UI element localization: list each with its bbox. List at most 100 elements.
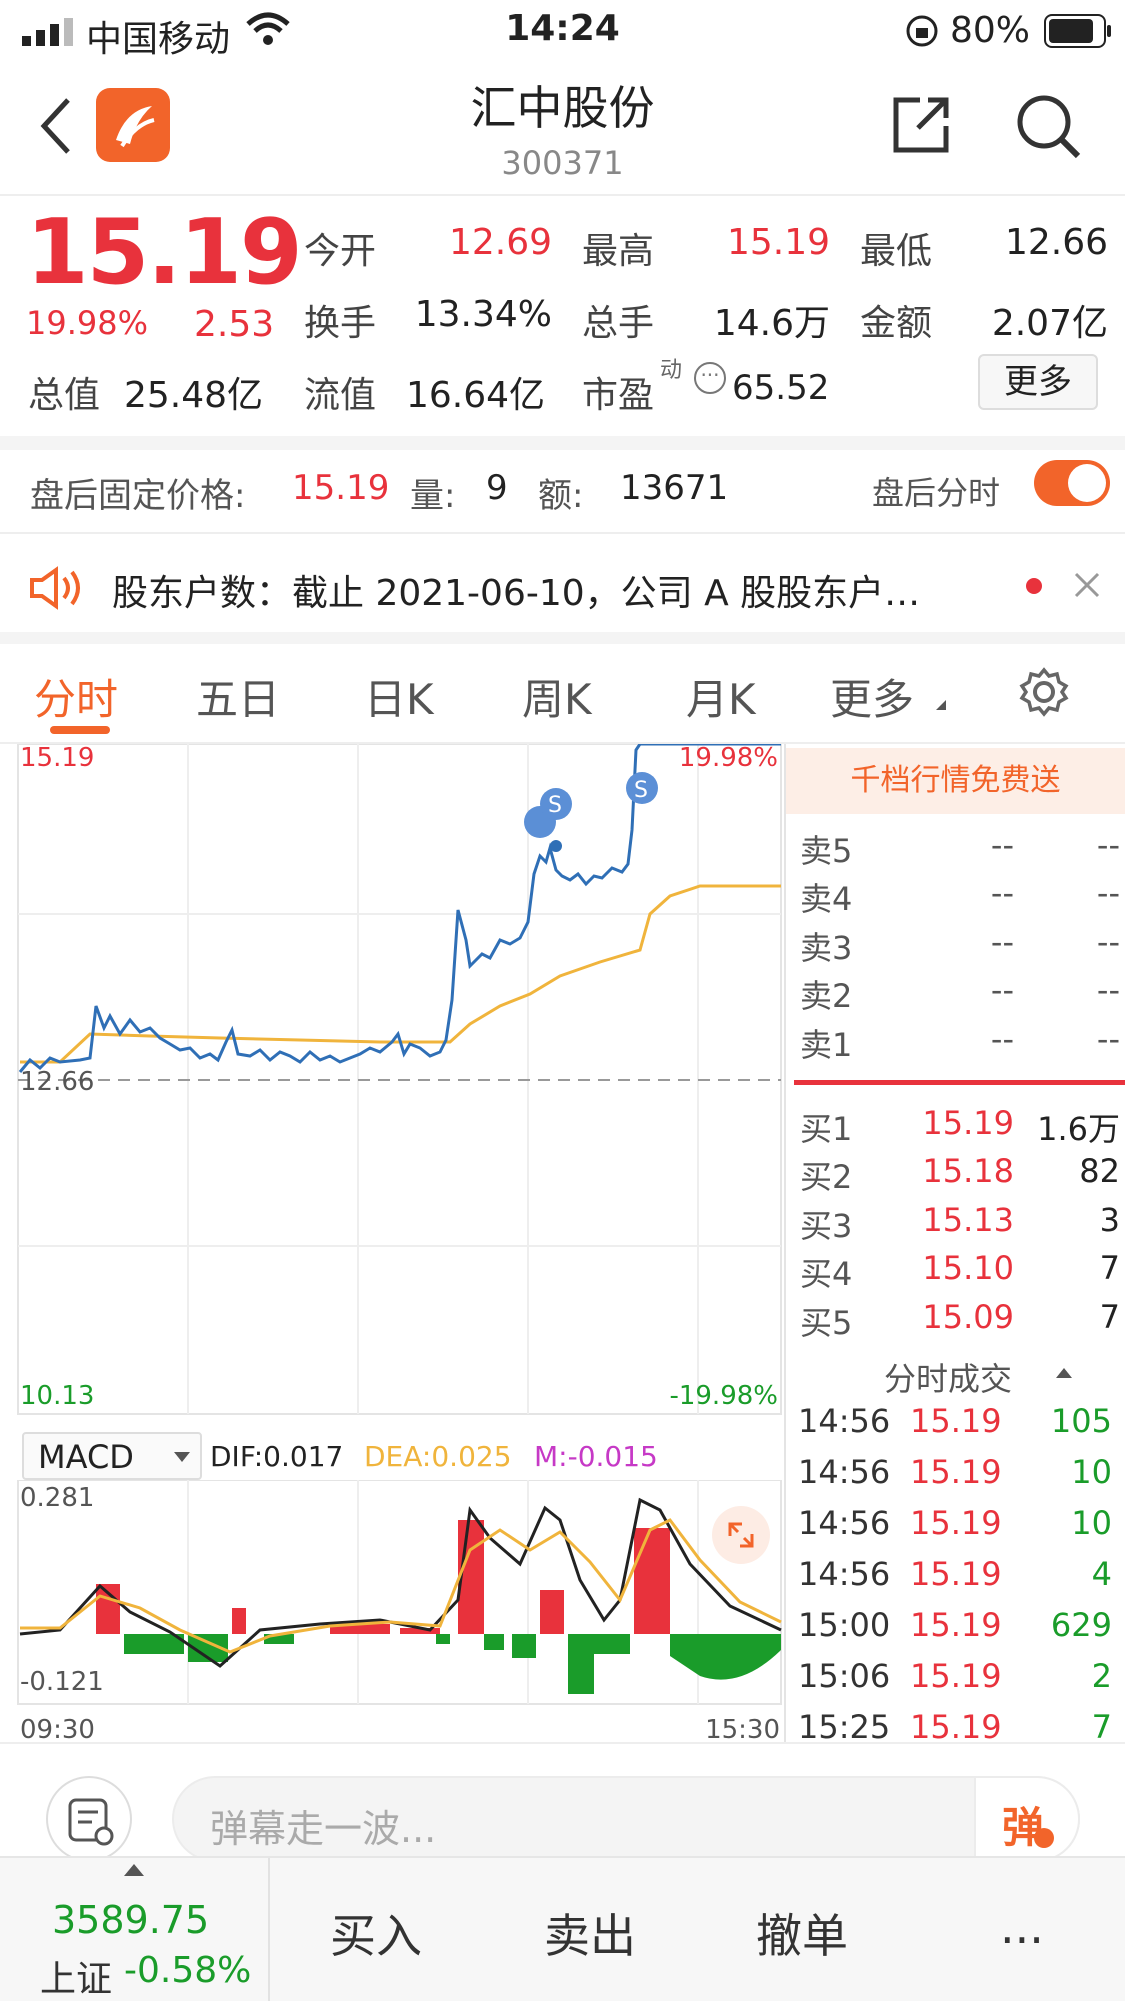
open-value: 12.69 xyxy=(448,222,552,263)
trade-price: 15.19 xyxy=(910,1402,1002,1440)
danmaku-settings-button[interactable] xyxy=(46,1776,132,1862)
after-hours-toggle-label: 盘后分时 xyxy=(872,474,1001,512)
price-line xyxy=(18,744,781,1073)
bid-price: 15.13 xyxy=(922,1201,1014,1239)
speaker-icon xyxy=(28,566,84,614)
after-hours-amount-label: 额: xyxy=(538,476,584,516)
chevron-up-icon[interactable] xyxy=(1056,1368,1072,1378)
after-hours-vol: 9 xyxy=(486,468,508,508)
turnover-value: 13.34% xyxy=(414,294,552,335)
tab-active-indicator xyxy=(50,726,110,734)
ask-row[interactable]: 卖4 -- -- xyxy=(800,874,1120,922)
close-icon[interactable] xyxy=(1072,570,1102,604)
bid-label: 买2 xyxy=(800,1158,853,1196)
after-hours-amount: 13671 xyxy=(620,468,729,508)
open-label: 今开 xyxy=(304,231,377,272)
svg-text:S: S xyxy=(548,793,562,818)
cancel-order-button[interactable]: 撤单 xyxy=(756,1900,848,1966)
bid-row[interactable]: 买2 15.18 82 xyxy=(800,1152,1120,1200)
ask-row[interactable]: 卖2 -- -- xyxy=(800,971,1120,1019)
ask-volume: -- xyxy=(1096,826,1120,864)
indicator-select-value: MACD xyxy=(38,1438,134,1476)
search-icon[interactable] xyxy=(1014,92,1084,166)
after-hours-toggle[interactable] xyxy=(1034,460,1110,506)
ask-label: 卖2 xyxy=(800,977,853,1015)
trade-price: 15.19 xyxy=(910,1453,1002,1491)
index-ticker[interactable]: 3589.75 上证 -0.58% xyxy=(0,1858,270,2001)
bid-row[interactable]: 买4 15.10 7 xyxy=(800,1249,1120,1297)
high-label: 最高 xyxy=(582,231,655,272)
time-end-label: 15:30 xyxy=(705,1715,780,1745)
high-value: 15.19 xyxy=(726,222,830,263)
change-amount: 2.53 xyxy=(194,304,275,345)
info-icon[interactable]: ··· xyxy=(694,362,726,394)
bid-price: 15.19 xyxy=(922,1104,1014,1142)
ask-price: -- xyxy=(990,1020,1014,1058)
macd-histogram xyxy=(96,1520,781,1694)
trade-time: 14:56 xyxy=(798,1453,891,1491)
bid-row[interactable]: 买3 15.13 3 xyxy=(800,1201,1120,1249)
trade-price: 15.19 xyxy=(910,1657,1002,1695)
check-badge-icon xyxy=(1034,1828,1054,1848)
trade-price: 15.19 xyxy=(910,1555,1002,1593)
tab-more[interactable]: 更多 xyxy=(830,666,914,727)
tab-five-day[interactable]: 五日 xyxy=(196,666,280,727)
pe-value: 65.52 xyxy=(732,368,830,408)
divider xyxy=(0,1742,1125,1744)
buy-button[interactable]: 买入 xyxy=(330,1900,422,1966)
ask-row[interactable]: 卖1 -- -- xyxy=(800,1020,1120,1068)
bid-label: 买3 xyxy=(800,1207,853,1245)
indicator-select[interactable]: MACD xyxy=(22,1432,202,1480)
ask-price: -- xyxy=(990,826,1014,864)
index-name: 上证 xyxy=(40,1959,113,2000)
chart-top-left-label: 15.19 xyxy=(20,744,94,773)
danmaku-send-button[interactable]: 弹 xyxy=(974,1776,1080,1862)
ask-volume: -- xyxy=(1096,971,1120,1009)
gear-icon[interactable] xyxy=(1018,666,1070,722)
stock-name: 汇中股份 xyxy=(470,81,655,135)
trade-volume: 629 xyxy=(1050,1606,1112,1644)
chart-top-right-label: 19.98% xyxy=(679,744,778,773)
bid-row[interactable]: 买5 15.09 7 xyxy=(800,1298,1120,1346)
ask-label: 卖1 xyxy=(800,1026,853,1064)
ask-row[interactable]: 卖5 -- -- xyxy=(800,826,1120,874)
status-bar: 中国移动 14:24 80% xyxy=(0,0,1125,60)
trade-time: 15:06 xyxy=(798,1657,891,1695)
macd-dif: DIF:0.017 xyxy=(210,1440,344,1473)
stock-code: 300371 xyxy=(501,144,624,182)
volume-value: 14.6万 xyxy=(713,303,830,344)
trades-title[interactable]: 分时成交 xyxy=(884,1354,1012,1400)
more-button[interactable]: 更多 xyxy=(978,354,1098,410)
macd-top-label: 0.281 xyxy=(20,1483,94,1513)
notice-text[interactable]: 股东户数：截止 2021-06-10，公司 A 股股东户… xyxy=(112,564,920,616)
tab-intraday[interactable]: 分时 xyxy=(34,666,118,727)
trade-time: 14:56 xyxy=(798,1402,891,1440)
sell-button[interactable]: 卖出 xyxy=(544,1900,636,1966)
chevron-down-icon xyxy=(174,1452,190,1462)
trade-price: 15.19 xyxy=(910,1606,1002,1644)
share-icon[interactable] xyxy=(888,92,954,162)
bid-volume: 1.6万 xyxy=(1037,1110,1120,1148)
rotation-lock-icon xyxy=(905,14,939,52)
free-orderbook-banner[interactable]: 千档行情免费送 xyxy=(786,748,1125,814)
after-hours-price: 15.19 xyxy=(292,468,390,508)
bid-price: 15.10 xyxy=(922,1249,1014,1287)
macd-bottom-label: -0.121 xyxy=(20,1667,104,1697)
trade-time: 15:25 xyxy=(798,1708,891,1746)
ask-label: 卖3 xyxy=(800,929,853,967)
tab-weekly-k[interactable]: 周K xyxy=(522,666,592,727)
section-gap xyxy=(0,632,1125,644)
spread-divider xyxy=(794,1080,1125,1085)
bid-row[interactable]: 买1 15.19 1.6万 xyxy=(800,1104,1120,1152)
more-menu-button[interactable]: ... xyxy=(1000,1900,1044,1954)
tab-monthly-k[interactable]: 月K xyxy=(686,666,756,727)
divider xyxy=(0,194,1125,196)
macd-chart[interactable]: 0.281 -0.121 09:30 15:30 xyxy=(0,1480,784,1750)
danmaku-input[interactable]: 弹幕走一波... xyxy=(172,1776,1080,1862)
tab-daily-k[interactable]: 日K xyxy=(364,666,434,727)
expand-icon[interactable] xyxy=(712,1506,770,1564)
trade-time: 14:56 xyxy=(798,1555,891,1593)
bid-label: 买5 xyxy=(800,1304,853,1342)
section-gap xyxy=(0,436,1125,450)
ask-row[interactable]: 卖3 -- -- xyxy=(800,923,1120,971)
